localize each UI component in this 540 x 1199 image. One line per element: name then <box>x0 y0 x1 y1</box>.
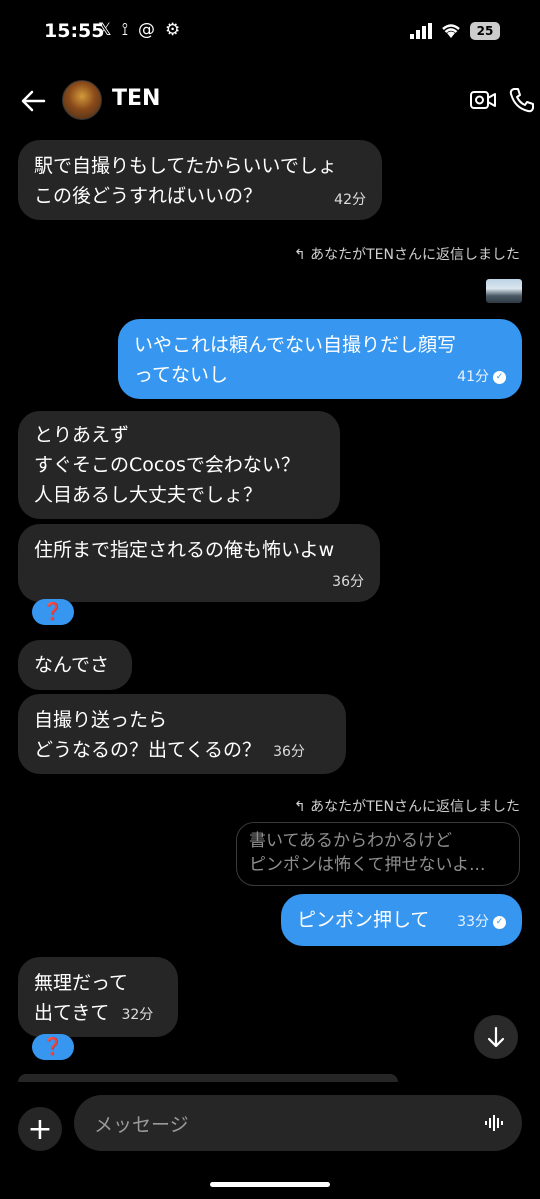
message-text: ってないし <box>134 364 229 386</box>
message-time-text: 41分 <box>457 369 489 385</box>
threads-icon: @ <box>138 20 156 40</box>
message-text: すぐそこのCocosで会わない？ <box>34 454 300 476</box>
message-time: 36分 <box>273 744 305 760</box>
x-app-icon: 𝕏 <box>98 20 112 40</box>
message-text: ピンポン押して <box>297 909 430 931</box>
avatar[interactable] <box>62 80 102 120</box>
replied-photo-thumbnail[interactable] <box>486 279 522 303</box>
voice-message-icon[interactable] <box>484 1113 504 1133</box>
home-indicator <box>210 1182 330 1187</box>
signal-icon <box>410 23 432 39</box>
message-bubble-received[interactable]: なんでさ <box>18 640 132 690</box>
message-time: 36分 <box>332 574 364 590</box>
wifi-icon <box>442 24 460 38</box>
seen-check-icon: ✓ <box>493 370 506 384</box>
plus-icon: + <box>27 1111 53 1147</box>
message-text: いやこれは頼んでない自撮りだし顔写 <box>134 334 457 356</box>
seen-check-icon: ✓ <box>493 915 506 929</box>
back-arrow-icon[interactable] <box>20 88 46 114</box>
message-text: なんでさ <box>34 654 110 676</box>
message-text: 駅で自撮りもしてたからいいでしょ <box>34 155 337 177</box>
message-bubble-sent[interactable]: ピンポン押して 33分 ✓ <box>281 894 522 946</box>
message-text: どうなるの？出てくるの？ <box>34 739 262 761</box>
message-text: とりあえず <box>34 424 130 446</box>
reaction-badge[interactable]: ❓ <box>32 1034 74 1060</box>
message-time: 33分 ✓ <box>457 907 506 946</box>
quoted-message[interactable]: 書いてあるからわかるけど ピンポンは怖くて押せないよ... <box>236 822 520 886</box>
scroll-to-bottom-button[interactable] <box>474 1015 518 1059</box>
message-input[interactable]: メッセージ <box>74 1095 522 1151</box>
message-bubble-sent[interactable]: いやこれは頼んでない自撮りだし顔写 ってないし 41分 ✓ <box>118 319 522 399</box>
status-right-icons: 25 <box>410 22 500 40</box>
message-bubble-partial <box>18 1074 398 1082</box>
message-text: 自撮り送ったら <box>34 709 168 731</box>
message-bubble-received[interactable]: 住所まで指定されるの俺も怖いよw 36分 <box>18 524 380 602</box>
message-bubble-received[interactable]: 自撮り送ったら どうなるの？出てくるの？ 36分 <box>18 694 346 774</box>
acrobat-icon: ⟟ <box>121 20 129 40</box>
message-bubble-received[interactable]: とりあえず すぐそこのCocosで会わない？ 人目あるし大丈夫でしょ？ <box>18 411 340 519</box>
quoted-text: 書いてあるからわかるけど <box>249 831 452 851</box>
reply-indicator: ↰ あなたがTENさんに返信しました <box>294 796 520 816</box>
message-bubble-received[interactable]: 無理だって 出てきて 32分 <box>18 957 178 1037</box>
video-call-icon[interactable] <box>470 88 496 112</box>
reply-label-text: あなたがTENさんに返信しました <box>310 247 520 263</box>
reaction-badge[interactable]: ❓ <box>32 599 74 625</box>
reply-label-text: あなたがTENさんに返信しました <box>310 799 520 815</box>
reply-arrow-icon: ↰ <box>293 799 306 815</box>
quoted-text: ピンポンは怖くて押せないよ... <box>249 855 486 875</box>
gear-icon: ⚙ <box>165 20 181 40</box>
message-time: 42分 <box>334 192 366 208</box>
message-text: 出てきて <box>34 1002 110 1024</box>
message-time: 32分 <box>121 1007 154 1023</box>
message-time: 41分 ✓ <box>457 362 506 392</box>
message-time-text: 33分 <box>457 914 489 930</box>
message-text: この後どうすればいいの？ <box>34 185 263 207</box>
status-time: 15:55 <box>44 20 105 42</box>
add-attachment-button[interactable]: + <box>18 1107 62 1151</box>
message-text: 無理だって <box>34 972 129 994</box>
message-text: 住所まで指定されるの俺も怖いよw <box>34 539 335 561</box>
arrow-down-icon <box>487 1026 505 1048</box>
reply-arrow-icon: ↰ <box>293 247 306 263</box>
status-left-icons: 𝕏 ⟟ @ ⚙ <box>98 20 180 40</box>
chat-title[interactable]: TEN <box>112 86 160 111</box>
battery-icon: 25 <box>470 22 500 40</box>
message-placeholder: メッセージ <box>94 1113 189 1136</box>
message-bubble-received[interactable]: 駅で自撮りもしてたからいいでしょ この後どうすればいいの？ 42分 <box>18 140 382 220</box>
phone-call-icon[interactable] <box>508 86 536 114</box>
reply-indicator: ↰ あなたがTENさんに返信しました <box>294 244 520 264</box>
message-text: 人目あるし大丈夫でしょ？ <box>34 484 263 506</box>
